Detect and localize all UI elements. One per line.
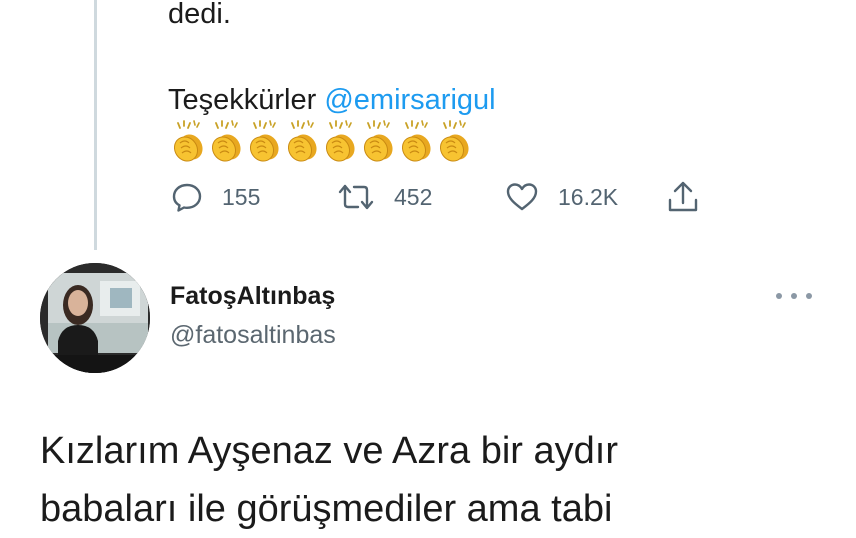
retweet-button[interactable]: 452 <box>336 177 432 217</box>
tweet-body: Kızlarım Ayşenaz ve Azra bir aydır babal… <box>40 422 840 538</box>
tweet-action-bar: 155 452 16.2K <box>170 177 730 217</box>
heart-icon <box>504 180 540 214</box>
tweet-body-line: babaları ile görüşmediler ama tabi <box>40 488 613 530</box>
reply-icon <box>170 180 204 214</box>
reply-button[interactable]: 155 <box>170 177 260 217</box>
clapping-hands-icon <box>398 119 435 163</box>
mention-link[interactable]: @emirsarigul <box>324 84 495 116</box>
clapping-hands-icon <box>246 119 283 163</box>
reply-count: 155 <box>222 183 261 210</box>
profile-photo <box>40 263 150 373</box>
clapping-hands-icon <box>208 119 245 163</box>
share-button[interactable] <box>665 177 701 217</box>
clapping-hands-icon <box>284 119 321 163</box>
thread-connector-line <box>94 0 97 250</box>
share-icon <box>665 179 701 215</box>
like-button[interactable]: 16.2K <box>504 177 618 217</box>
avatar[interactable] <box>40 263 150 373</box>
tweet-body-line: Kızlarım Ayşenaz ve Azra bir aydır <box>40 430 618 472</box>
clapping-hands-emoji-row <box>170 119 473 163</box>
previous-tweet-thanks: Teşekkürler @emirsarigul <box>168 80 496 120</box>
clapping-hands-icon <box>360 119 397 163</box>
clapping-hands-icon <box>322 119 359 163</box>
more-options-icon[interactable] <box>776 286 812 306</box>
retweet-count: 452 <box>394 183 433 210</box>
clapping-hands-icon <box>170 119 207 163</box>
like-count: 16.2K <box>558 183 619 210</box>
author-display-name[interactable]: FatoşAltınbaş <box>170 282 335 311</box>
author-handle[interactable]: @fatosaltinbas <box>170 321 336 350</box>
retweet-icon <box>336 180 376 214</box>
clapping-hands-icon <box>436 119 473 163</box>
thanks-text: Teşekkürler <box>168 84 317 116</box>
previous-tweet-text: dedi. <box>168 0 231 30</box>
